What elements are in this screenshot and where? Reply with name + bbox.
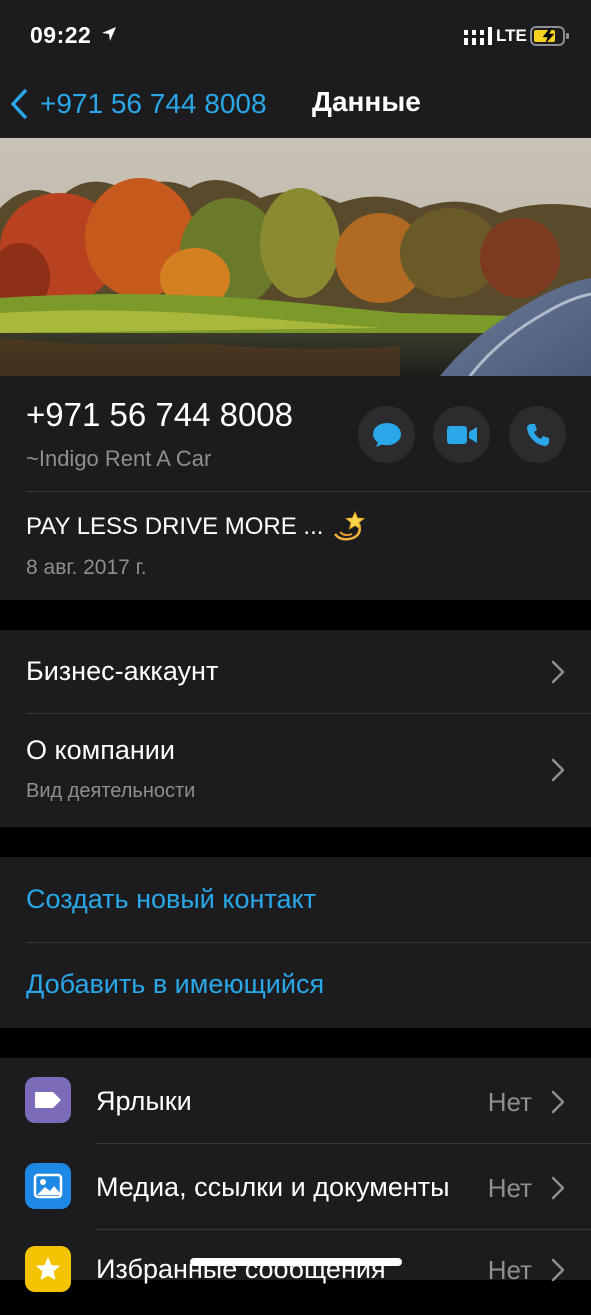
- media-value: Нет: [487, 1173, 532, 1203]
- back-chevron-icon: [11, 89, 27, 119]
- home-indicator[interactable]: [190, 1258, 402, 1266]
- business-account-label: Бизнес-аккаунт: [26, 656, 219, 686]
- message-button[interactable]: [358, 406, 415, 463]
- about-company-subtitle: Вид деятельности: [26, 780, 196, 802]
- cover-photo-image: [0, 138, 591, 376]
- chevron-right-icon: [551, 758, 565, 782]
- about-text: PAY LESS DRIVE MORE ...: [26, 513, 324, 540]
- network-label: LTE: [496, 26, 527, 45]
- status-time: 09:22: [30, 22, 92, 48]
- create-contact-row[interactable]: Создать новый контакт: [0, 857, 591, 942]
- divider: [26, 491, 591, 492]
- cover-photo[interactable]: [0, 138, 591, 376]
- message-icon: [372, 422, 401, 447]
- labels-value: Нет: [487, 1087, 532, 1117]
- contact-name: ~Indigo Rent A Car: [26, 446, 212, 471]
- label-tag-icon: [25, 1077, 71, 1123]
- starred-messages-row[interactable]: Избранные сообщения Нет: [0, 1230, 591, 1315]
- business-group: Бизнес-аккаунт О компании Вид деятельнос…: [0, 630, 591, 827]
- chevron-right-icon: [551, 1258, 565, 1282]
- contact-header: +971 56 744 8008 ~Indigo Rent A Car PAY …: [0, 376, 591, 600]
- about-company-label: О компании: [26, 735, 175, 765]
- settings-group: Ярлыки Нет Медиа, ссылки и документы Нет…: [0, 1058, 591, 1292]
- back-button[interactable]: +971 56 744 8008: [10, 82, 267, 126]
- starred-messages-value: Нет: [487, 1255, 532, 1285]
- media-photo-icon: [25, 1163, 71, 1209]
- star-icon: [25, 1246, 71, 1292]
- labels-label: Ярлыки: [96, 1086, 192, 1116]
- phone-call-button[interactable]: [509, 406, 566, 463]
- navigation-bar: +971 56 744 8008 Данные: [0, 72, 591, 138]
- about-company-row[interactable]: О компании Вид деятельности: [0, 714, 591, 827]
- phone-call-icon: [526, 423, 549, 446]
- signal-bars-icon: [464, 27, 492, 45]
- page-title: Данные: [312, 86, 421, 117]
- about-date: 8 авг. 2017 г.: [26, 556, 147, 579]
- contact-actions-group: Создать новый контакт Добавить в имеющий…: [0, 857, 591, 1028]
- media-row[interactable]: Медиа, ссылки и документы Нет: [0, 1144, 591, 1229]
- add-existing-row[interactable]: Добавить в имеющийся: [0, 943, 591, 1028]
- video-call-icon: [446, 425, 477, 444]
- chevron-right-icon: [551, 1090, 565, 1114]
- chevron-right-icon: [551, 660, 565, 684]
- media-label: Медиа, ссылки и документы: [96, 1172, 450, 1202]
- business-account-row[interactable]: Бизнес-аккаунт: [0, 630, 591, 713]
- about-status: PAY LESS DRIVE MORE ...: [26, 510, 366, 544]
- location-arrow-icon: [102, 27, 116, 41]
- video-call-button[interactable]: [433, 406, 490, 463]
- dizzy-star-emoji: [334, 510, 366, 541]
- create-contact-link[interactable]: Создать новый контакт: [26, 884, 316, 915]
- contact-phone[interactable]: +971 56 744 8008: [26, 396, 293, 434]
- chevron-right-icon: [551, 1176, 565, 1200]
- add-to-existing-link[interactable]: Добавить в имеющийся: [26, 969, 324, 1000]
- labels-row[interactable]: Ярлыки Нет: [0, 1058, 591, 1143]
- status-bar: 09:22 LTE: [0, 0, 591, 72]
- battery-charging-icon: [530, 26, 569, 46]
- back-label: +971 56 744 8008: [40, 88, 267, 119]
